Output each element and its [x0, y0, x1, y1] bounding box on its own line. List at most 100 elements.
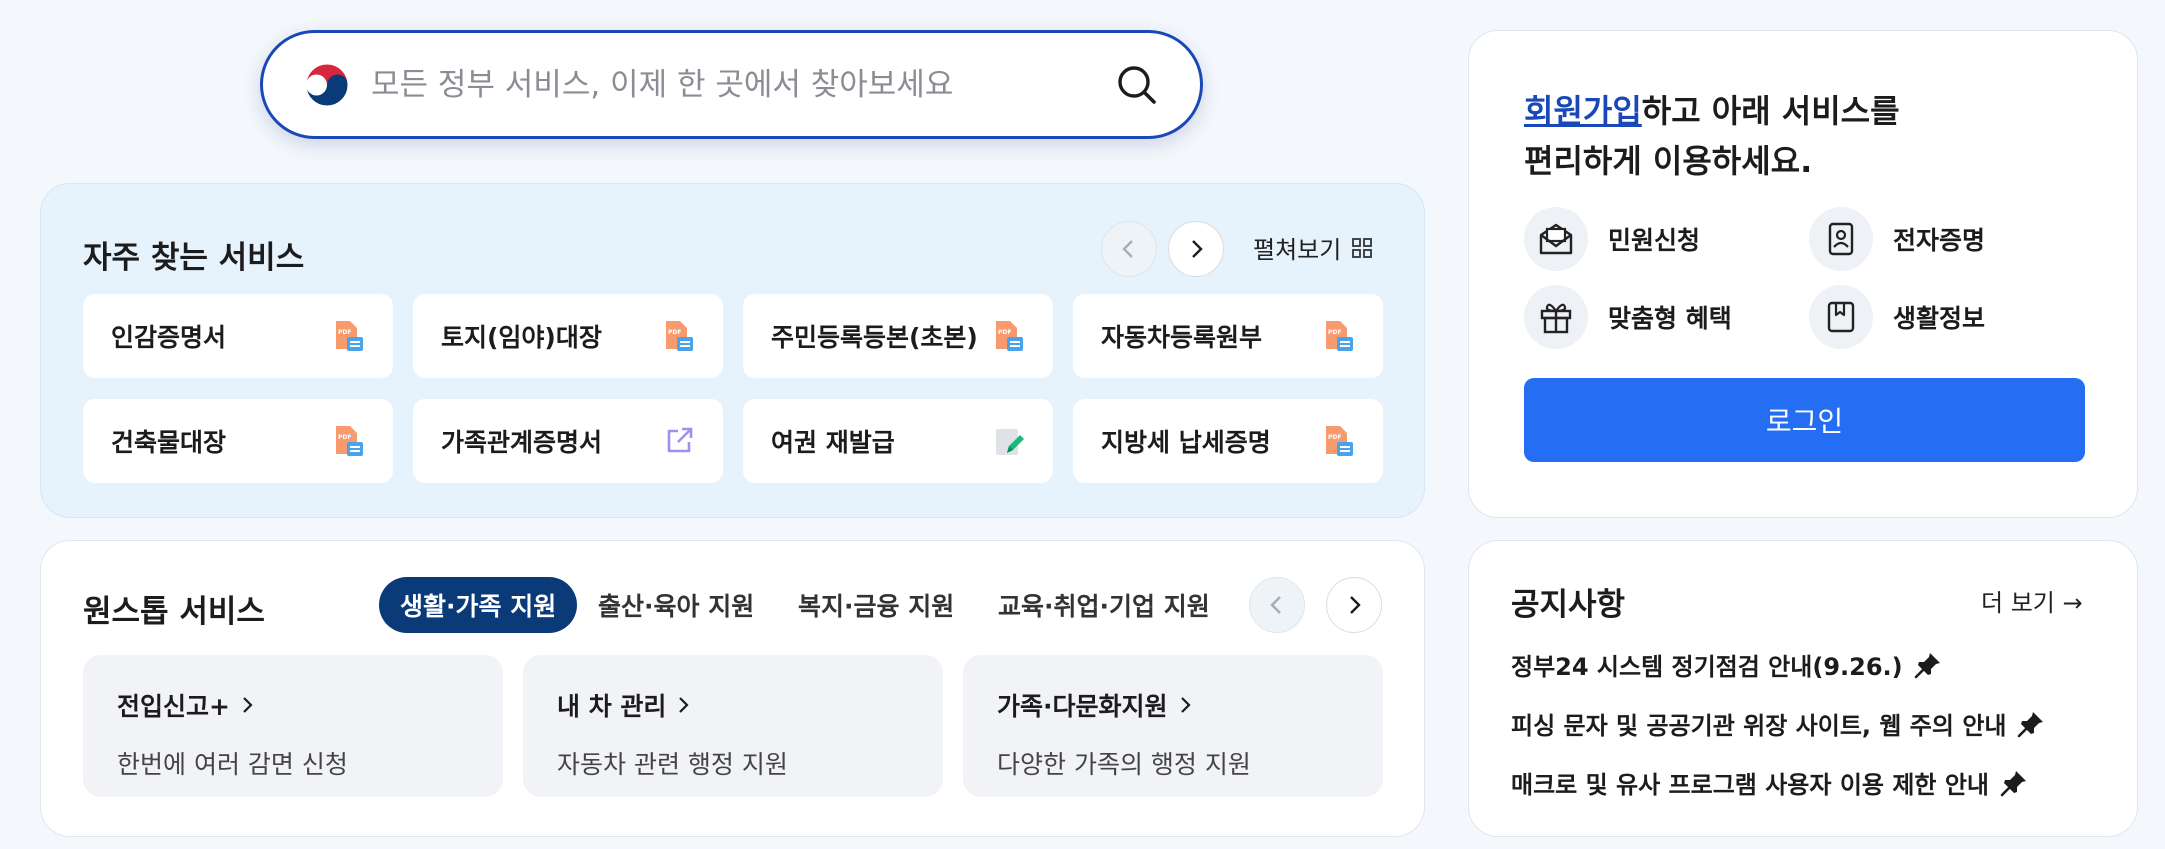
chevron-right-icon	[679, 697, 689, 713]
card-title-row: 가족·다문화지원	[997, 687, 1349, 723]
service-item-land-register[interactable]: 토지(임야)대장 PDF	[413, 294, 723, 378]
service-label: 건축물대장	[111, 428, 227, 457]
onestop-card-my-car[interactable]: 내 차 관리 자동차 관련 행정 지원	[523, 655, 943, 797]
notice-panel: 공지사항 더 보기 → 정부24 시스템 정기점검 안내(9.26.) 피싱 문…	[1468, 540, 2138, 837]
quick-link-civil-petition[interactable]: 민원신청	[1524, 207, 1700, 271]
chevron-right-icon	[243, 697, 253, 713]
login-button[interactable]: 로그인	[1524, 378, 2085, 462]
pdf-doc-icon: PDF	[336, 321, 363, 351]
onestop-card-family-multicultural[interactable]: 가족·다문화지원 다양한 가족의 행정 지원	[963, 655, 1383, 797]
signup-link[interactable]: 회원가입	[1524, 92, 1642, 130]
quick-link-custom-benefits[interactable]: 맞춤형 혜택	[1524, 285, 1732, 349]
tab-education-employment[interactable]: 교육·취업·기업 지원	[998, 577, 1210, 633]
card-desc: 한번에 여러 감면 신청	[117, 750, 348, 779]
svg-text:PDF: PDF	[338, 329, 351, 336]
promo-text-line1: 하고 아래 서비스를	[1641, 92, 1900, 130]
pin-icon	[2000, 770, 2027, 796]
notice-text: 매크로 및 유사 프로그램 사용자 이용 제한 안내	[1511, 771, 1990, 799]
service-item-family-relation[interactable]: 가족관계증명서	[413, 399, 723, 483]
tab-life-family[interactable]: 생활·가족 지원	[379, 577, 578, 633]
tab-welfare-finance[interactable]: 복지·금융 지원	[798, 577, 954, 633]
chevron-left-icon	[1270, 596, 1281, 614]
card-title: 전입신고+	[117, 692, 230, 721]
envelope-icon	[1539, 223, 1573, 255]
card-desc: 자동차 관련 행정 지원	[557, 750, 788, 779]
prev-button[interactable]	[1101, 221, 1157, 277]
gift-icon	[1540, 303, 1572, 334]
svg-text:PDF: PDF	[668, 329, 681, 336]
signup-promo: 회원가입하고 아래 서비스를 편리하게 이용하세요.	[1524, 86, 1900, 186]
service-item-resident-registration[interactable]: 주민등록등본(초본) PDF	[743, 294, 1053, 378]
card-title: 가족·다문화지원	[997, 692, 1168, 721]
external-link-icon	[667, 427, 693, 453]
search-input[interactable]	[371, 54, 1114, 115]
quick-icon-wrap	[1809, 285, 1873, 349]
next-button[interactable]	[1168, 221, 1224, 277]
notice-item[interactable]: 매크로 및 유사 프로그램 사용자 이용 제한 안내	[1511, 765, 2029, 800]
service-item-vehicle-register[interactable]: 자동차등록원부 PDF	[1073, 294, 1383, 378]
service-item-passport-reissue[interactable]: 여권 재발급	[743, 399, 1053, 483]
tab-birth-childcare[interactable]: 출산·육아 지원	[598, 577, 754, 633]
quick-link-e-certificate[interactable]: 전자증명	[1809, 207, 1985, 271]
service-label: 토지(임야)대장	[441, 323, 602, 352]
grid-icon	[1352, 237, 1373, 258]
service-label: 인감증명서	[111, 323, 227, 352]
service-label: 여권 재발급	[771, 428, 895, 457]
tabs-next-button[interactable]	[1326, 577, 1382, 633]
quick-link-label: 생활정보	[1893, 304, 1986, 333]
svg-text:PDF: PDF	[1328, 434, 1341, 441]
notice-title: 공지사항	[1511, 587, 1626, 623]
search-bar	[260, 30, 1203, 139]
pdf-doc-icon: PDF	[1326, 426, 1353, 456]
quick-icon-wrap	[1809, 207, 1873, 271]
svg-text:PDF: PDF	[1328, 329, 1341, 336]
onestop-services-panel: 원스톱 서비스 생활·가족 지원 출산·육아 지원 복지·금융 지원 교육·취업…	[40, 540, 1425, 837]
pdf-doc-icon: PDF	[996, 321, 1023, 351]
spread-view-label: 펼쳐보기	[1253, 236, 1342, 264]
quick-icon-wrap	[1524, 207, 1588, 271]
notice-text: 정부24 시스템 정기점검 안내(9.26.)	[1511, 653, 1903, 681]
service-item-seal-certificate[interactable]: 인감증명서 PDF	[83, 294, 393, 378]
card-desc: 다양한 가족의 행정 지원	[997, 750, 1251, 779]
chevron-right-icon	[1180, 697, 1191, 713]
frequent-services-panel: 자주 찾는 서비스 펼쳐보기 인감증명서 PDF 토지(임야)대장 PDF 주민…	[40, 183, 1425, 518]
spread-view-button[interactable]: 펼쳐보기	[1253, 230, 1373, 265]
svg-text:PDF: PDF	[998, 329, 1011, 336]
promo-text-line2: 편리하게 이용하세요.	[1524, 142, 1813, 180]
notice-item[interactable]: 피싱 문자 및 공공기관 위장 사이트, 웹 주의 안내	[1511, 706, 2046, 741]
notice-item[interactable]: 정부24 시스템 정기점검 안내(9.26.)	[1511, 647, 1943, 682]
svg-text:PDF: PDF	[338, 434, 351, 441]
government-emblem-icon	[305, 63, 349, 106]
login-panel: 회원가입하고 아래 서비스를 편리하게 이용하세요. 민원신청 전자증명 맞춤형…	[1468, 30, 2138, 518]
onestop-title: 원스톱 서비스	[83, 594, 265, 630]
card-title-row: 전입신고+	[117, 687, 469, 723]
service-item-building-register[interactable]: 건축물대장 PDF	[83, 399, 393, 483]
service-item-local-tax-certificate[interactable]: 지방세 납세증명 PDF	[1073, 399, 1383, 483]
tabs-prev-button[interactable]	[1249, 577, 1305, 633]
quick-link-label: 민원신청	[1608, 226, 1701, 255]
bookmark-icon	[1827, 301, 1855, 333]
service-label: 지방세 납세증명	[1101, 428, 1271, 457]
pdf-doc-icon: PDF	[336, 426, 363, 456]
pin-icon	[2018, 711, 2044, 737]
chevron-left-icon	[1122, 240, 1133, 258]
card-title-row: 내 차 관리	[557, 687, 909, 723]
id-badge-icon	[1828, 222, 1854, 256]
pdf-doc-icon: PDF	[666, 321, 693, 351]
chevron-right-icon	[1192, 240, 1203, 258]
notice-text: 피싱 문자 및 공공기관 위장 사이트, 웹 주의 안내	[1511, 712, 2007, 740]
quick-link-living-info[interactable]: 생활정보	[1809, 285, 1985, 349]
pin-icon	[1914, 652, 1940, 678]
quick-icon-wrap	[1524, 285, 1588, 349]
edit-doc-icon	[996, 429, 1024, 455]
frequent-services-title: 자주 찾는 서비스	[83, 240, 305, 276]
service-label: 자동차등록원부	[1101, 323, 1263, 352]
service-label: 가족관계증명서	[441, 428, 603, 457]
pdf-doc-icon: PDF	[1326, 321, 1353, 351]
service-label: 주민등록등본(초본)	[771, 323, 978, 352]
onestop-card-move-in[interactable]: 전입신고+ 한번에 여러 감면 신청	[83, 655, 503, 797]
notice-more-link[interactable]: 더 보기 →	[1981, 583, 2083, 618]
search-icon[interactable]	[1114, 62, 1160, 108]
card-title: 내 차 관리	[557, 692, 667, 721]
quick-link-label: 전자증명	[1893, 226, 1986, 255]
